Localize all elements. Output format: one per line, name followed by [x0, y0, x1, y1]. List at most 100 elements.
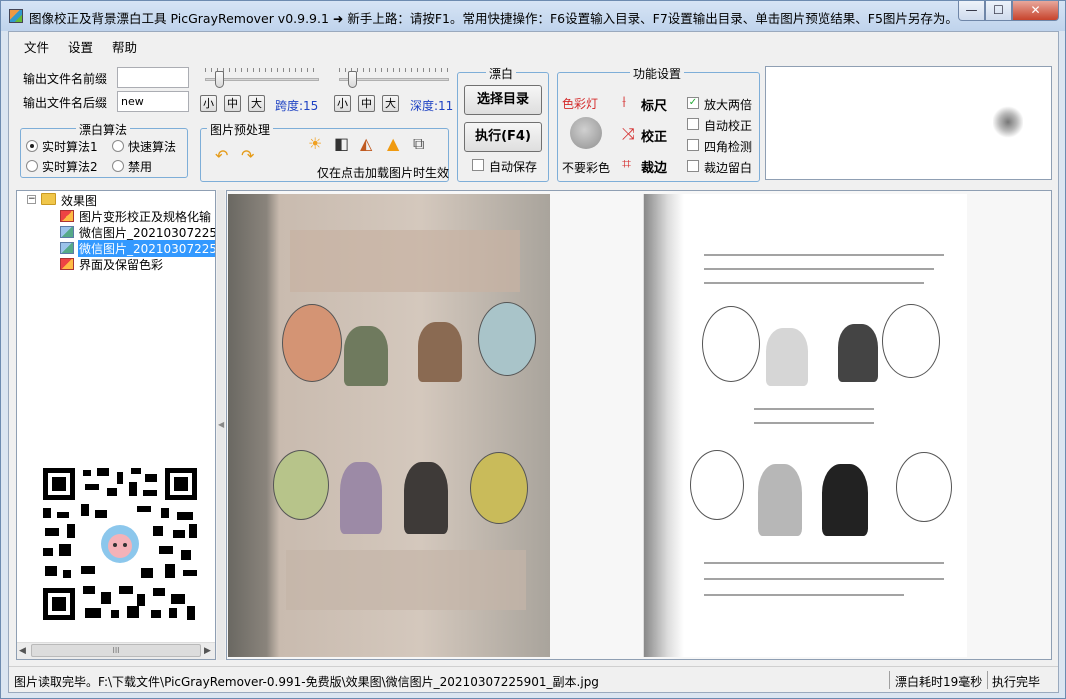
result-text-line: [754, 408, 874, 410]
qr-code: [41, 466, 199, 622]
zoom-2x-label[interactable]: 放大两倍: [704, 96, 752, 113]
tree-horizontal-scrollbar[interactable]: ◀ III ▶: [17, 642, 215, 659]
suffix-input[interactable]: [117, 91, 189, 112]
result-text-line: [704, 578, 944, 580]
client-area: 文件 设置 帮助 输出文件名前缀 输出文件名后缀 小 中 大 跨度:15 小 中…: [8, 31, 1059, 693]
maximize-button[interactable]: ☐: [985, 1, 1012, 21]
original-image[interactable]: [228, 194, 550, 657]
result-bubble-2: [882, 304, 940, 378]
auto-correct-label[interactable]: 自动校正: [704, 117, 752, 134]
tree-item-selected[interactable]: 微信图片_2021030722590: [78, 240, 215, 257]
crop-resize-icon[interactable]: ⧉: [413, 135, 424, 153]
tree-item[interactable]: 微信图片_2021030722590: [79, 224, 215, 241]
depth-large-button[interactable]: 大: [382, 95, 399, 112]
qr-code-graphic: [41, 466, 199, 622]
result-text-line: [704, 254, 944, 256]
scroll-right-arrow[interactable]: ▶: [204, 646, 211, 656]
depth-small-button[interactable]: 小: [334, 95, 351, 112]
panel-splitter[interactable]: ◀: [217, 190, 225, 660]
brightness-icon[interactable]: ☀: [308, 135, 322, 153]
correct-button[interactable]: 校正: [641, 126, 667, 145]
span-small-button[interactable]: 小: [200, 95, 217, 112]
result-text-line: [754, 422, 874, 424]
original-bubble-blue: [478, 302, 536, 376]
result-bubble-1: [702, 306, 760, 382]
contrast-icon[interactable]: ◧: [334, 135, 349, 153]
features-group: 功能设置 色彩灯 不要彩色 ⟊ 标尺 ⤨ 校正 ⌗ 裁边 ✓ 放大两倍 自动校正…: [557, 65, 760, 182]
depth-slider-thumb[interactable]: [348, 71, 357, 88]
title-bar[interactable]: 图像校正及背景漂白工具 PicGrayRemover v0.9.9.1 ➜ 新手…: [1, 1, 1065, 31]
result-image[interactable]: [643, 194, 967, 657]
redo-icon[interactable]: ↷: [241, 147, 254, 165]
suffix-label: 输出文件名后缀: [23, 96, 108, 110]
prefix-label: 输出文件名前缀: [23, 72, 108, 86]
sharpen-icon[interactable]: ▲: [387, 135, 399, 153]
result-text-line: [704, 282, 924, 284]
result-bubble-3: [690, 450, 744, 520]
algo-label-fast[interactable]: 快速算法: [128, 138, 176, 155]
scroll-left-arrow[interactable]: ◀: [19, 646, 26, 656]
red-image-icon: [60, 258, 74, 270]
original-bubble-orange: [282, 304, 342, 382]
result-bubble-4: [896, 452, 952, 522]
levels-icon[interactable]: ◭: [360, 135, 372, 153]
tree-root[interactable]: 效果图: [61, 192, 97, 209]
trim-margin-checkbox[interactable]: [687, 160, 699, 172]
span-mid-button[interactable]: 中: [224, 95, 241, 112]
corner-detect-checkbox[interactable]: [687, 139, 699, 151]
undo-icon[interactable]: ↶: [215, 147, 228, 165]
trim-button[interactable]: 裁边: [641, 157, 667, 176]
ruler-button[interactable]: 标尺: [641, 95, 667, 114]
preprocess-group: 图片预处理 ↶ ↷ ☀ ◧ ◭ ▲ ⧉ 仅在点击加载图片时生效: [200, 121, 449, 182]
algo-label-realtime1[interactable]: 实时算法1: [42, 138, 98, 155]
depth-mid-button[interactable]: 中: [358, 95, 375, 112]
corner-detect-label[interactable]: 四角检测: [704, 138, 752, 155]
span-large-button[interactable]: 大: [248, 95, 265, 112]
prefix-input[interactable]: [117, 67, 189, 88]
algorithm-group: 漂白算法 实时算法1 快速算法 实时算法2 禁用: [20, 121, 188, 178]
execute-button[interactable]: 执行(F4): [464, 122, 542, 152]
autosave-label[interactable]: 自动保存: [489, 158, 537, 175]
status-divider: [987, 671, 988, 689]
status-state: 执行完毕: [992, 675, 1041, 689]
autosave-checkbox[interactable]: [472, 159, 484, 171]
preview-thumbnail[interactable]: [765, 66, 1052, 180]
color-light-label: 色彩灯: [562, 97, 599, 111]
algo-radio-realtime2[interactable]: [26, 160, 38, 172]
minimize-button[interactable]: —: [958, 1, 985, 21]
menu-help[interactable]: 帮助: [112, 37, 137, 56]
close-button[interactable]: ✕: [1012, 1, 1059, 21]
image-icon: [60, 242, 74, 254]
features-group-title: 功能设置: [630, 65, 685, 82]
tree-item[interactable]: 界面及保留色彩: [79, 256, 163, 273]
tree-collapse-toggle[interactable]: −: [27, 195, 36, 204]
auto-correct-checkbox[interactable]: [687, 118, 699, 130]
algo-radio-fast[interactable]: [112, 140, 124, 152]
status-elapsed: 漂白耗时19毫秒: [895, 675, 983, 689]
window-title: 图像校正及背景漂白工具 PicGrayRemover v0.9.9.1 ➜ 新手…: [29, 11, 958, 26]
file-tree: − 效果图 图片变形校正及规格化输 微信图片_2021030722590 微信图…: [16, 190, 216, 660]
no-color-label: 不要彩色: [562, 161, 611, 175]
app-icon: [9, 9, 23, 23]
algo-radio-realtime1[interactable]: [26, 140, 38, 152]
scroll-thumb[interactable]: III: [31, 644, 201, 657]
original-figure-woman2: [340, 462, 382, 534]
algo-radio-disabled[interactable]: [112, 160, 124, 172]
span-slider-thumb[interactable]: [215, 71, 224, 88]
zoom-2x-checkbox[interactable]: ✓: [687, 97, 699, 109]
red-image-icon: [60, 210, 74, 222]
splitter-arrow-icon: ◀: [218, 420, 225, 429]
menu-file[interactable]: 文件: [24, 37, 49, 56]
original-knowledge-box: [290, 230, 520, 292]
trim-margin-label[interactable]: 裁边留白: [704, 159, 752, 176]
algo-label-realtime2[interactable]: 实时算法2: [42, 158, 98, 175]
algorithm-group-title: 漂白算法: [76, 121, 131, 138]
original-figure-woman: [418, 322, 462, 382]
menu-settings[interactable]: 设置: [68, 37, 93, 56]
select-directory-button[interactable]: 选择目录: [464, 85, 542, 115]
algo-label-disabled[interactable]: 禁用: [128, 158, 152, 175]
depth-label: 深度:11: [410, 99, 454, 113]
color-light-indicator[interactable]: [570, 117, 602, 149]
result-figure-woman: [838, 324, 878, 382]
tree-item[interactable]: 图片变形校正及规格化输: [79, 208, 211, 225]
